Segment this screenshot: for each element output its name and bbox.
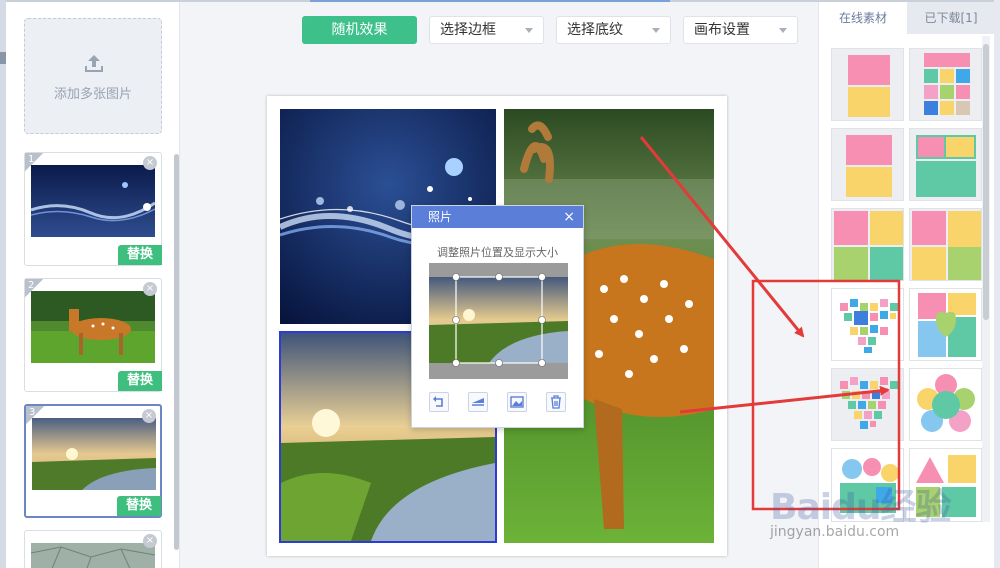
- image-thumbnail-3[interactable]: 3 × 替换: [24, 404, 162, 518]
- watermark-url: jingyan.baidu.com: [770, 524, 900, 540]
- window-right-edge: [994, 0, 1000, 568]
- remove-thumbnail-icon[interactable]: ×: [142, 409, 156, 423]
- template-tile[interactable]: [909, 48, 982, 121]
- thumbnail-image-texture: [31, 543, 155, 568]
- template-tile[interactable]: [831, 208, 904, 281]
- remove-thumbnail-icon[interactable]: ×: [143, 534, 157, 548]
- flip-icon[interactable]: [468, 392, 488, 412]
- chevron-down-icon: [525, 28, 533, 33]
- thumbnail-number: 2: [25, 279, 43, 297]
- add-images-button[interactable]: 添加多张图片: [24, 18, 162, 134]
- remove-thumbnail-icon[interactable]: ×: [143, 282, 157, 296]
- photo-adjust-dialog: 照片 × 调整照片位置及显示大小: [411, 205, 584, 428]
- template-tile[interactable]: [909, 368, 982, 441]
- thumbnail-image-river: [32, 418, 156, 490]
- template-scrollbar[interactable]: [982, 36, 990, 522]
- choose-border-label: 选择边框: [440, 22, 496, 38]
- tab-online-materials[interactable]: 在线素材: [819, 2, 907, 34]
- rotate-left-icon[interactable]: [429, 392, 449, 412]
- dialog-header: 照片 ×: [412, 206, 583, 228]
- image-list-panel: 添加多张图片 1 × 替换 2 × 替换 3 × 替换 ×: [6, 2, 180, 568]
- dialog-tools: [429, 392, 569, 412]
- template-tile[interactable]: [909, 128, 982, 201]
- template-tile[interactable]: [831, 128, 904, 201]
- window-top-accent: [310, 0, 670, 2]
- replace-button[interactable]: 替换: [118, 371, 162, 391]
- template-tile[interactable]: [909, 288, 982, 361]
- thumbnail-scrollbar[interactable]: [174, 154, 179, 550]
- choose-texture-dropdown[interactable]: 选择底纹: [556, 16, 671, 44]
- template-tile[interactable]: [831, 48, 904, 121]
- dialog-hint: 调整照片位置及显示大小: [437, 246, 558, 259]
- thumbnail-image-sparkle: [31, 165, 155, 237]
- thumbnail-number: 3: [26, 406, 44, 424]
- choose-texture-label: 选择底纹: [567, 22, 623, 38]
- add-images-label: 添加多张图片: [53, 87, 132, 102]
- baidu-jingyan-watermark: Baidu经验 jingyan.baidu.com: [770, 478, 990, 548]
- image-thumbnail-1[interactable]: 1 × 替换: [24, 152, 162, 266]
- thumbnail-image-deer: [31, 291, 155, 363]
- dialog-title: 照片: [428, 210, 453, 224]
- template-tile[interactable]: [831, 288, 904, 361]
- template-tile[interactable]: [831, 368, 904, 441]
- close-icon[interactable]: ×: [563, 206, 575, 228]
- image-thumbnail-2[interactable]: 2 × 替换: [24, 278, 162, 392]
- upload-icon: [85, 55, 103, 72]
- replace-button[interactable]: 替换: [118, 245, 162, 265]
- random-effect-button[interactable]: 随机效果: [302, 16, 417, 44]
- replace-button[interactable]: 替换: [117, 496, 161, 516]
- remove-thumbnail-icon[interactable]: ×: [143, 156, 157, 170]
- canvas-settings-dropdown[interactable]: 画布设置: [683, 16, 798, 44]
- delete-icon[interactable]: [546, 392, 566, 412]
- thumbnail-number: 1: [25, 153, 43, 171]
- tab-downloaded[interactable]: 已下载[1]: [907, 2, 995, 34]
- chevron-down-icon: [652, 28, 660, 33]
- watermark-logo: Baidu经验: [770, 487, 951, 528]
- choose-border-dropdown[interactable]: 选择边框: [429, 16, 544, 44]
- crop-preview[interactable]: [429, 263, 568, 379]
- canvas-settings-label: 画布设置: [694, 22, 750, 38]
- image-thumbnail-4[interactable]: ×: [24, 530, 162, 568]
- chevron-down-icon: [779, 28, 787, 33]
- template-tile[interactable]: [909, 208, 982, 281]
- replace-image-icon[interactable]: [507, 392, 527, 412]
